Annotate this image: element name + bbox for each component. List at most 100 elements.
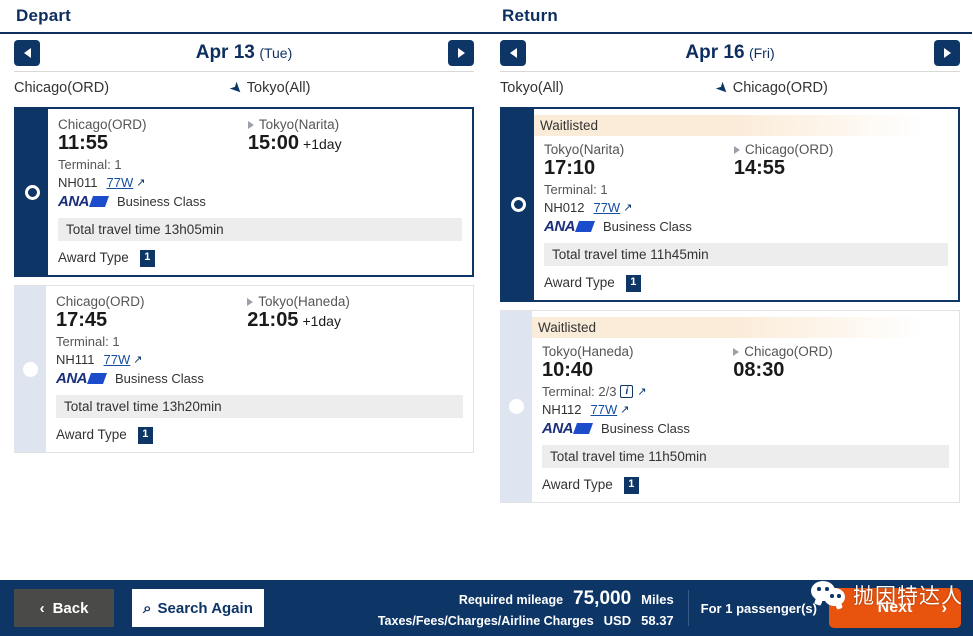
- back-button[interactable]: ‹ Back: [14, 589, 114, 627]
- depart-flight-1-origin-city: Chicago(ORD): [58, 117, 147, 132]
- external-link-icon[interactable]: ↗: [133, 353, 142, 366]
- depart-flight-1-dest-wrap: Tokyo(Narita): [247, 117, 339, 132]
- depart-flight-card-2[interactable]: Chicago(ORD) Tokyo(Haneda) 17:45 21:05 +…: [14, 285, 474, 453]
- depart-flight-2-travel-time: Total travel time 13h20min: [56, 395, 463, 418]
- mileage-value: 75,000: [573, 588, 632, 609]
- depart-flight-1-flight-number: NH011: [58, 175, 98, 190]
- depart-flight-1-travel-time: Total travel time 13h05min: [58, 218, 462, 241]
- return-flight-2-award-badge[interactable]: 1: [623, 477, 639, 492]
- return-flight-2-status-badge: Waitlisted: [532, 317, 959, 338]
- depart-flight-1-arr-time: 15:00: [247, 132, 300, 154]
- depart-flight-2-dest-city: Tokyo(Haneda): [258, 294, 350, 309]
- ana-logo-stripe-icon: [88, 196, 110, 207]
- depart-flight-1-equipment-wrap[interactable]: 77W ↗: [107, 175, 146, 190]
- depart-flight-1-terminal-label: Terminal: 1: [58, 157, 122, 172]
- depart-flight-2-times: 17:45 21:05 +1day: [56, 309, 463, 332]
- chevron-left-icon: ‹: [39, 599, 45, 617]
- depart-flight-2-airline-row: ANA Business Class: [56, 370, 463, 387]
- return-flight-2-terminal-label: Terminal: 2/3: [542, 384, 617, 399]
- return-flight-card-2[interactable]: Waitlisted Tokyo(Haneda) Chicago(ORD) 10…: [500, 310, 960, 503]
- return-flight-2-equipment-link[interactable]: 77W: [591, 402, 618, 417]
- search-again-button[interactable]: ⌕ Search Again: [132, 589, 264, 627]
- depart-flight-1-radio[interactable]: [24, 184, 40, 200]
- ana-logo-stripe-icon: [574, 221, 596, 232]
- external-link-icon[interactable]: ↗: [623, 201, 632, 214]
- chevron-right-icon: [457, 47, 465, 58]
- return-flight-2-award: Award Type 1: [542, 477, 949, 492]
- depart-flight-1-equipment-link[interactable]: 77W: [107, 175, 134, 190]
- return-flight-1-travel-time: Total travel time 11h45min: [544, 243, 948, 266]
- depart-column: Depart Apr 13 (Tue) Chicago(ORD) ➤ Tokyo…: [0, 0, 486, 580]
- caret-right-icon: [247, 297, 254, 306]
- return-prev-day-button[interactable]: [500, 39, 526, 66]
- external-link-icon[interactable]: ↗: [136, 176, 145, 189]
- return-flight-1-equipment-wrap[interactable]: 77W ↗: [593, 200, 632, 215]
- return-origin: Tokyo(All): [500, 80, 564, 96]
- passenger-count: For 1 passenger(s): [700, 600, 817, 616]
- depart-flight-1-award-badge[interactable]: 1: [139, 250, 155, 265]
- return-destination: Chicago(ORD): [732, 80, 828, 96]
- terminal-info-icon[interactable]: i: [620, 385, 634, 398]
- return-flight-2-cabin: Business Class: [601, 421, 690, 436]
- return-next-day-button[interactable]: [934, 39, 960, 66]
- caret-right-icon: [733, 347, 740, 356]
- depart-flight-1-radio-rail[interactable]: [16, 109, 48, 275]
- depart-flight-2-dep-time: 17:45: [56, 309, 108, 331]
- depart-flight-2-arr-offset: +1day: [302, 313, 341, 329]
- return-flight-1-times: 17:10 14:55: [544, 157, 948, 180]
- depart-flight-1-body: Chicago(ORD) Tokyo(Narita) 11:55 15:00 +…: [48, 109, 472, 275]
- depart-prev-day-button[interactable]: [14, 39, 40, 66]
- return-flight-2-radio[interactable]: [508, 399, 524, 414]
- return-flight-1-dest-wrap: Chicago(ORD): [733, 142, 834, 157]
- return-flight-1-status-badge: Waitlisted: [534, 115, 958, 136]
- depart-flight-1-arr-offset: +1day: [303, 136, 342, 152]
- depart-flight-2-equipment-link[interactable]: 77W: [104, 352, 131, 367]
- return-flight-1-radio[interactable]: [510, 197, 526, 212]
- depart-flight-2-terminal-label: Terminal: 1: [56, 334, 120, 349]
- return-flight-card-1[interactable]: Waitlisted Tokyo(Narita) Chicago(ORD) 17…: [500, 107, 960, 302]
- return-flight-2-equipment-wrap[interactable]: 77W ↗: [591, 402, 630, 417]
- depart-flight-1-flightno-row: NH011 77W ↗: [58, 175, 462, 190]
- external-link-icon[interactable]: ↗: [620, 403, 629, 416]
- return-flight-2-radio-rail[interactable]: [500, 311, 532, 502]
- depart-flight-2-flight-number: NH111: [56, 352, 95, 367]
- taxes-currency: USD: [603, 613, 632, 628]
- return-column: Return Apr 16 (Fri) Tokyo(All) ➤ Chicago…: [486, 0, 972, 580]
- return-flight-2-terminal: Terminal: 2/3 i ↗: [542, 384, 949, 399]
- depart-flight-card-1[interactable]: Chicago(ORD) Tokyo(Narita) 11:55 15:00 +…: [14, 107, 474, 277]
- return-flight-1-award-badge[interactable]: 1: [625, 275, 641, 290]
- ana-logo-stripe-icon: [86, 373, 108, 384]
- airplane-icon: ➤: [226, 77, 247, 99]
- return-flight-2-dep-time: 10:40: [542, 359, 594, 381]
- return-flight-2-flightno-row: NH112 77W ↗: [542, 402, 949, 417]
- return-flight-1-origin-city: Tokyo(Narita): [544, 142, 625, 157]
- return-flight-2-airline-row: ANA Business Class: [542, 420, 949, 437]
- return-flight-1-flight-number: NH012: [544, 200, 585, 215]
- flight-selection-page: Depart Apr 13 (Tue) Chicago(ORD) ➤ Tokyo…: [0, 0, 973, 636]
- ana-logo-text: ANA: [58, 193, 90, 210]
- depart-next-day-button[interactable]: [448, 39, 474, 66]
- return-flight-1-flightno-row: NH012 77W ↗: [544, 200, 948, 215]
- return-flight-1-radio-rail[interactable]: [502, 109, 534, 300]
- next-button[interactable]: Next ›: [829, 588, 961, 628]
- return-flight-1-body: Waitlisted Tokyo(Narita) Chicago(ORD) 17…: [534, 109, 958, 300]
- return-flight-2-arr-time: 08:30: [733, 359, 785, 381]
- return-flight-1-dest-city: Chicago(ORD): [744, 142, 834, 157]
- ana-logo-stripe-icon: [572, 423, 594, 434]
- return-flight-1-equipment-link[interactable]: 77W: [593, 200, 620, 215]
- return-column-title: Return: [502, 6, 558, 25]
- airplane-icon: ➤: [712, 77, 733, 99]
- return-flight-1-dep-time: 17:10: [544, 157, 596, 179]
- depart-flight-2-award-badge[interactable]: 1: [137, 427, 153, 442]
- depart-flight-2-radio[interactable]: [22, 361, 38, 377]
- depart-route: Chicago(ORD) ➤ Tokyo(All): [14, 72, 474, 102]
- ana-logo: ANA: [58, 193, 110, 210]
- depart-flight-2-radio-rail[interactable]: [14, 286, 46, 452]
- external-link-icon[interactable]: ↗: [637, 385, 646, 398]
- return-weekday-value: (Fri): [748, 44, 775, 61]
- depart-flight-2-flightno-row: NH111 77W ↗: [56, 352, 463, 367]
- chevron-left-icon: [509, 47, 517, 58]
- depart-flight-2-equipment-wrap[interactable]: 77W ↗: [104, 352, 143, 367]
- chevron-left-icon: [23, 47, 31, 58]
- chevron-right-icon: [943, 47, 951, 58]
